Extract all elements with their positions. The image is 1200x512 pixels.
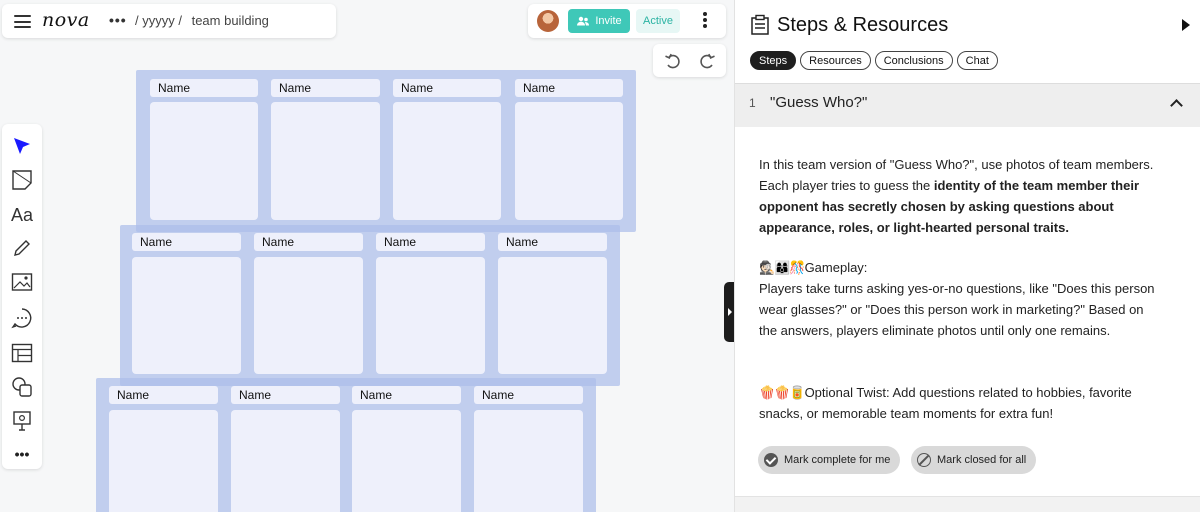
- sticky-note-icon[interactable]: [10, 168, 34, 192]
- status-badge[interactable]: Active: [636, 9, 680, 33]
- tool-palette: Aa •••: [2, 124, 42, 469]
- photo-card[interactable]: [132, 257, 241, 374]
- photo-card[interactable]: [376, 257, 485, 374]
- undo-icon[interactable]: [663, 51, 683, 71]
- steps-resources-panel: Steps & Resources Steps Resources Conclu…: [734, 0, 1200, 512]
- collaboration-bar: Invite Active: [528, 4, 726, 38]
- tab-steps[interactable]: Steps: [750, 51, 797, 70]
- text-tool-icon[interactable]: Aa: [10, 203, 34, 227]
- chevron-up-icon[interactable]: [1170, 99, 1183, 112]
- breadcrumb-parent[interactable]: / yyyyy /: [135, 13, 182, 28]
- photo-card[interactable]: [150, 102, 258, 220]
- gameplay-section: 🕵🏻👩‍👩‍👦🎊Gameplay: Players take turns ask…: [759, 257, 1159, 341]
- name-label[interactable]: Name: [132, 233, 241, 251]
- name-label[interactable]: Name: [498, 233, 607, 251]
- twist-emoji: 🍿🍿🥫: [759, 385, 806, 400]
- name-label[interactable]: Name: [254, 233, 363, 251]
- gameplay-emoji: 🕵🏻👩‍👩‍👦🎊: [759, 260, 806, 275]
- redo-icon[interactable]: [697, 51, 717, 71]
- breadcrumb: / yyyyy / team building: [135, 13, 275, 28]
- name-label[interactable]: Name: [271, 79, 380, 97]
- mark-closed-button[interactable]: Mark closed for all: [911, 446, 1037, 474]
- collapse-panel-icon[interactable]: [1182, 19, 1190, 31]
- whiteboard-canvas[interactable]: nova ••• / yyyyy / team building Invite …: [0, 0, 734, 512]
- invite-button[interactable]: Invite: [568, 9, 630, 33]
- select-arrow-icon[interactable]: [10, 134, 34, 158]
- more-tools-icon[interactable]: •••: [10, 442, 34, 466]
- presentation-icon[interactable]: [10, 409, 34, 433]
- pencil-icon[interactable]: [10, 236, 34, 260]
- top-bar: nova ••• / yyyyy / team building: [2, 4, 336, 38]
- shapes-icon[interactable]: [10, 375, 34, 399]
- photo-card[interactable]: [109, 410, 218, 512]
- kebab-menu-icon[interactable]: [700, 12, 710, 30]
- name-label[interactable]: Name: [376, 233, 485, 251]
- name-label[interactable]: Name: [352, 386, 461, 404]
- name-label[interactable]: Name: [515, 79, 623, 97]
- tab-resources[interactable]: Resources: [800, 51, 871, 70]
- mark-complete-button[interactable]: Mark complete for me: [758, 446, 901, 474]
- table-icon[interactable]: [10, 341, 34, 365]
- menu-icon[interactable]: [14, 15, 31, 28]
- twist-heading: Optional Twist:: [804, 385, 890, 400]
- mark-closed-label: Mark closed for all: [937, 454, 1027, 466]
- photo-card[interactable]: [474, 410, 583, 512]
- photo-card[interactable]: [498, 257, 607, 374]
- board-1[interactable]: Name Name Name Name: [136, 70, 636, 232]
- name-label[interactable]: Name: [231, 386, 340, 404]
- step-header[interactable]: 1 "Guess Who?": [735, 83, 1200, 127]
- panel-footer: [735, 496, 1200, 512]
- history-controls: [653, 44, 726, 77]
- step-intro: In this team version of "Guess Who?", us…: [759, 154, 1159, 238]
- panel-title: Steps & Resources: [777, 14, 949, 36]
- photo-card[interactable]: [515, 102, 623, 220]
- photo-card[interactable]: [352, 410, 461, 512]
- slash-circle-icon: [917, 453, 931, 467]
- board-3[interactable]: Name Name Name Name: [96, 378, 596, 512]
- invite-label: Invite: [595, 15, 622, 27]
- step-number: 1: [749, 96, 756, 110]
- tab-conclusions[interactable]: Conclusions: [874, 51, 953, 70]
- name-label[interactable]: Name: [393, 79, 501, 97]
- panel-toggle-handle[interactable]: [724, 282, 734, 342]
- breadcrumb-current[interactable]: team building: [192, 13, 269, 28]
- panel-tabs: Steps Resources Conclusions Chat: [750, 51, 998, 70]
- gameplay-text: Players take turns asking yes-or-no ques…: [759, 281, 1155, 338]
- image-icon[interactable]: [10, 270, 34, 294]
- avatar[interactable]: [537, 10, 559, 32]
- photo-card[interactable]: [254, 257, 363, 374]
- step-title: "Guess Who?": [770, 94, 868, 111]
- clipboard-icon: [751, 14, 769, 35]
- check-circle-icon: [764, 453, 778, 467]
- photo-card[interactable]: [231, 410, 340, 512]
- users-icon: [577, 16, 590, 26]
- name-label[interactable]: Name: [109, 386, 218, 404]
- gameplay-heading: Gameplay:: [804, 260, 868, 275]
- twist-section: 🍿🍿🥫Optional Twist: Add questions related…: [759, 382, 1159, 424]
- mark-complete-label: Mark complete for me: [784, 454, 891, 466]
- tab-chat[interactable]: Chat: [956, 51, 998, 70]
- name-label[interactable]: Name: [474, 386, 583, 404]
- photo-card[interactable]: [271, 102, 380, 220]
- board-2[interactable]: Name Name Name Name: [120, 225, 620, 386]
- more-options-icon[interactable]: •••: [109, 12, 127, 28]
- comment-icon[interactable]: [10, 306, 34, 330]
- name-label[interactable]: Name: [150, 79, 258, 97]
- app-logo[interactable]: nova: [42, 9, 90, 31]
- photo-card[interactable]: [393, 102, 501, 220]
